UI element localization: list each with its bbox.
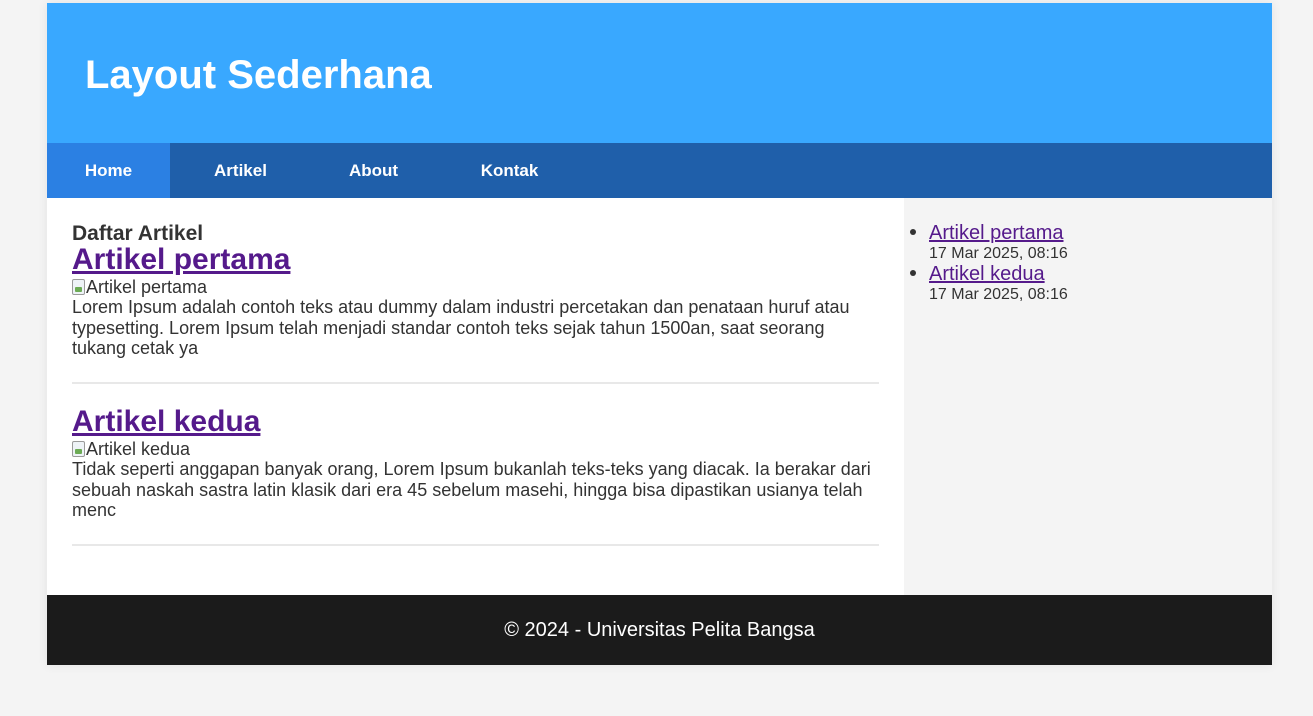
article-item: Artikel kedua Artikel kedua Tidak sepert… (72, 405, 879, 521)
article-title-link[interactable]: Artikel pertama (72, 243, 290, 276)
site-title: Layout Sederhana (85, 53, 432, 97)
article-item: Artikel pertama Artikel pertama Lorem Ip… (72, 243, 879, 359)
article-image-alt: Artikel kedua (86, 439, 191, 459)
sidebar-article-link[interactable]: Artikel pertama (929, 222, 1269, 244)
article-title: Artikel kedua (72, 405, 879, 439)
bullet-icon (910, 270, 916, 276)
main-nav: Home Artikel About Kontak (47, 143, 1272, 198)
bullet-icon (910, 229, 916, 235)
sidebar-article-date: 17 Mar 2025, 08:16 (929, 245, 1068, 262)
broken-image-icon (72, 441, 85, 457)
site-footer: © 2024 - Universitas Pelita Bangsa (47, 595, 1272, 665)
list-item: Artikel kedua 17 Mar 2025, 08:16 (910, 263, 1269, 304)
article-image-alt: Artikel pertama (86, 277, 208, 297)
article-image: Artikel kedua (72, 439, 879, 459)
nav-item-kontak[interactable]: Kontak (436, 143, 583, 198)
article-divider (72, 544, 879, 546)
article-title: Artikel pertama (72, 243, 879, 277)
article-title-link[interactable]: Artikel kedua (72, 405, 260, 438)
main-content: Daftar Artikel Artikel pertama Artikel p… (47, 198, 904, 595)
article-excerpt: Lorem Ipsum adalah contoh teks atau dumm… (72, 297, 850, 358)
list-item: Artikel pertama 17 Mar 2025, 08:16 (910, 222, 1269, 263)
article-excerpt: Tidak seperti anggapan banyak orang, Lor… (72, 459, 871, 520)
site-header: Layout Sederhana (47, 3, 1272, 143)
sidebar: Artikel pertama 17 Mar 2025, 08:16 Artik… (904, 198, 1272, 595)
footer-text: © 2024 - Universitas Pelita Bangsa (504, 619, 815, 641)
nav-item-about[interactable]: About (311, 143, 436, 198)
broken-image-icon (72, 279, 85, 295)
sidebar-article-date: 17 Mar 2025, 08:16 (929, 286, 1068, 303)
nav-item-artikel[interactable]: Artikel (170, 143, 311, 198)
article-image: Artikel pertama (72, 277, 879, 297)
article-divider (72, 382, 879, 384)
nav-item-home[interactable]: Home (47, 143, 170, 198)
recent-articles-list: Artikel pertama 17 Mar 2025, 08:16 Artik… (904, 222, 1269, 304)
sidebar-article-link[interactable]: Artikel kedua (929, 263, 1269, 285)
page-container: Layout Sederhana Home Artikel About Kont… (47, 3, 1272, 665)
